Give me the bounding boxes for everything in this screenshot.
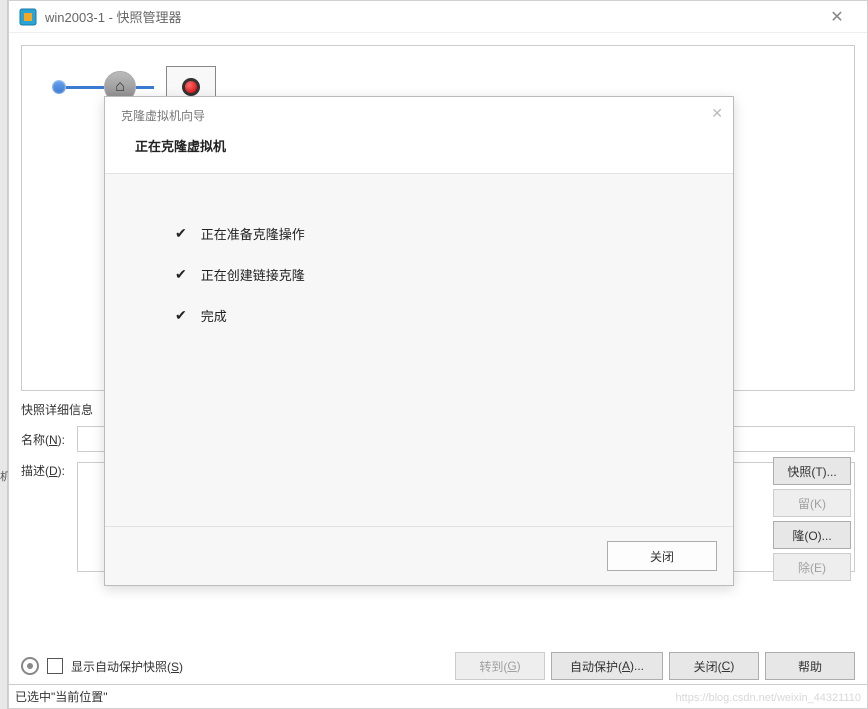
progress-label: 完成 <box>201 306 227 325</box>
modal-close-icon[interactable]: ✕ <box>711 105 723 122</box>
clone-button[interactable]: 隆(O)... <box>773 521 851 549</box>
watermark: https://blog.csdn.net/weixin_44321110 <box>675 692 861 704</box>
description-label: 描述(D): <box>21 462 77 479</box>
progress-item: ✔ 完成 <box>175 306 663 325</box>
help-button[interactable]: 帮助 <box>765 652 855 680</box>
app-icon <box>19 8 37 26</box>
clone-wizard-dialog: 克隆虚拟机向导 ✕ 正在克隆虚拟机 ✔ 正在准备克隆操作 ✔ 正在创建链接克隆 … <box>104 96 734 586</box>
check-icon: ✔ <box>175 225 187 242</box>
status-text: 已选中"当前位置" <box>15 690 108 704</box>
snapshot-line <box>136 86 154 89</box>
modal-header: 克隆虚拟机向导 ✕ 正在克隆虚拟机 <box>105 97 733 174</box>
progress-item: ✔ 正在准备克隆操作 <box>175 224 663 243</box>
window-close-icon[interactable]: ✕ <box>817 7 857 27</box>
wizard-title: 克隆虚拟机向导 <box>121 107 717 124</box>
modal-body: ✔ 正在准备克隆操作 ✔ 正在创建链接克隆 ✔ 完成 <box>105 174 733 526</box>
check-icon: ✔ <box>175 307 187 324</box>
progress-label: 正在创建链接克隆 <box>201 265 305 284</box>
snapshot-start-node-icon[interactable] <box>52 80 66 94</box>
modal-footer: 关闭 <box>105 526 733 585</box>
titlebar: win2003-1 - 快照管理器 ✕ <box>9 1 867 33</box>
show-auto-protect-label: 显示自动保护快照(S) <box>71 658 447 675</box>
close-manager-button[interactable]: 关闭(C) <box>669 652 759 680</box>
status-bar: 已选中"当前位置" https://blog.csdn.net/weixin_4… <box>9 684 867 708</box>
bottom-bar: 显示自动保护快照(S) 转到(G) 自动保护(A)... 关闭(C) 帮助 <box>21 652 855 680</box>
goto-button: 转到(G) <box>455 652 545 680</box>
take-snapshot-button[interactable]: 快照(T)... <box>773 457 851 485</box>
auto-protect-button[interactable]: 自动保护(A)... <box>551 652 663 680</box>
name-label: 名称(N): <box>21 431 77 448</box>
refresh-icon[interactable] <box>21 657 39 675</box>
delete-button: 除(E) <box>773 553 851 581</box>
keep-button: 留(K) <box>773 489 851 517</box>
show-auto-protect-checkbox[interactable] <box>47 658 63 674</box>
window-title: win2003-1 - 快照管理器 <box>45 7 817 26</box>
progress-label: 正在准备克隆操作 <box>201 224 305 243</box>
progress-item: ✔ 正在创建链接克隆 <box>175 265 663 284</box>
modal-close-button[interactable]: 关闭 <box>607 541 717 571</box>
check-icon: ✔ <box>175 266 187 283</box>
modal-subtitle: 正在克隆虚拟机 <box>135 136 717 155</box>
snapshot-line <box>66 86 104 89</box>
